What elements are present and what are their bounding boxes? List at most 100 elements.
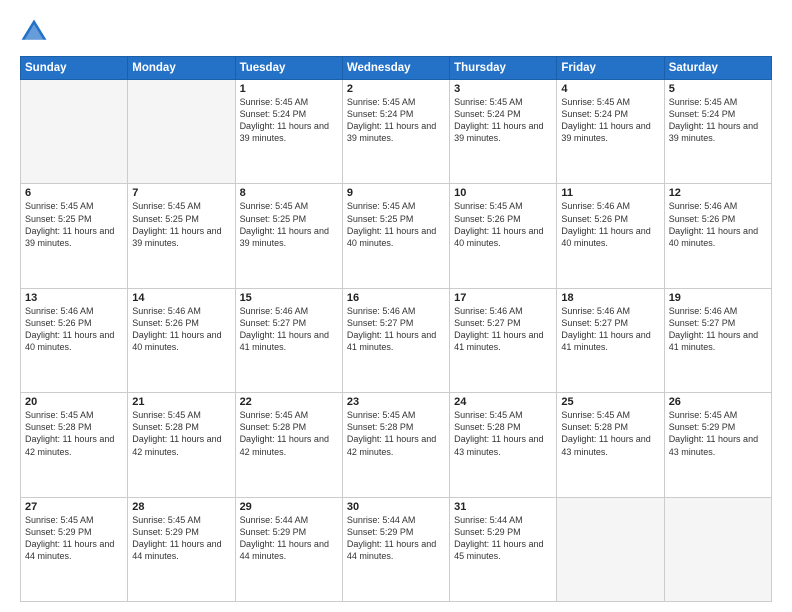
weekday-header-tuesday: Tuesday — [235, 57, 342, 80]
day-number: 27 — [25, 501, 123, 513]
day-number: 14 — [132, 292, 230, 304]
calendar-cell — [128, 80, 235, 184]
day-info: Sunrise: 5:45 AM Sunset: 5:24 PM Dayligh… — [669, 96, 767, 145]
calendar-cell: 21Sunrise: 5:45 AM Sunset: 5:28 PM Dayli… — [128, 393, 235, 497]
weekday-header-sunday: Sunday — [21, 57, 128, 80]
calendar-cell: 19Sunrise: 5:46 AM Sunset: 5:27 PM Dayli… — [664, 288, 771, 392]
calendar-cell: 25Sunrise: 5:45 AM Sunset: 5:28 PM Dayli… — [557, 393, 664, 497]
calendar-cell: 1Sunrise: 5:45 AM Sunset: 5:24 PM Daylig… — [235, 80, 342, 184]
day-info: Sunrise: 5:45 AM Sunset: 5:29 PM Dayligh… — [25, 514, 123, 563]
day-info: Sunrise: 5:45 AM Sunset: 5:25 PM Dayligh… — [240, 200, 338, 249]
day-info: Sunrise: 5:46 AM Sunset: 5:27 PM Dayligh… — [454, 305, 552, 354]
day-info: Sunrise: 5:45 AM Sunset: 5:28 PM Dayligh… — [347, 409, 445, 458]
day-number: 3 — [454, 83, 552, 95]
day-number: 10 — [454, 187, 552, 199]
day-number: 19 — [669, 292, 767, 304]
day-number: 25 — [561, 396, 659, 408]
calendar-cell: 13Sunrise: 5:46 AM Sunset: 5:26 PM Dayli… — [21, 288, 128, 392]
day-info: Sunrise: 5:45 AM Sunset: 5:28 PM Dayligh… — [454, 409, 552, 458]
day-info: Sunrise: 5:45 AM Sunset: 5:24 PM Dayligh… — [561, 96, 659, 145]
week-row-3: 20Sunrise: 5:45 AM Sunset: 5:28 PM Dayli… — [21, 393, 772, 497]
calendar-cell: 26Sunrise: 5:45 AM Sunset: 5:29 PM Dayli… — [664, 393, 771, 497]
calendar-cell: 5Sunrise: 5:45 AM Sunset: 5:24 PM Daylig… — [664, 80, 771, 184]
day-info: Sunrise: 5:45 AM Sunset: 5:28 PM Dayligh… — [132, 409, 230, 458]
week-row-2: 13Sunrise: 5:46 AM Sunset: 5:26 PM Dayli… — [21, 288, 772, 392]
calendar-cell: 28Sunrise: 5:45 AM Sunset: 5:29 PM Dayli… — [128, 497, 235, 601]
day-number: 6 — [25, 187, 123, 199]
week-row-1: 6 Sunrise: 5:45 AM Sunset: 5:25 PM Daylig… — [21, 184, 772, 288]
calendar-cell: 30Sunrise: 5:44 AM Sunset: 5:29 PM Dayli… — [342, 497, 449, 601]
calendar-cell: 17Sunrise: 5:46 AM Sunset: 5:27 PM Dayli… — [450, 288, 557, 392]
calendar-table: SundayMondayTuesdayWednesdayThursdayFrid… — [20, 56, 772, 602]
day-info: Sunrise: 5:46 AM Sunset: 5:26 PM Dayligh… — [25, 305, 123, 354]
day-info: Sunrise: 5:45 AM Sunset: 5:29 PM Dayligh… — [132, 514, 230, 563]
calendar-cell: 3Sunrise: 5:45 AM Sunset: 5:24 PM Daylig… — [450, 80, 557, 184]
day-number: 20 — [25, 396, 123, 408]
day-info: Sunrise: 5:46 AM Sunset: 5:26 PM Dayligh… — [561, 200, 659, 249]
day-info: Sunrise: 5:46 AM Sunset: 5:27 PM Dayligh… — [240, 305, 338, 354]
day-number: 30 — [347, 501, 445, 513]
calendar-cell: 20Sunrise: 5:45 AM Sunset: 5:28 PM Dayli… — [21, 393, 128, 497]
day-number: 12 — [669, 187, 767, 199]
day-number: 15 — [240, 292, 338, 304]
day-info: Sunrise: 5:45 AM Sunset: 5:28 PM Dayligh… — [561, 409, 659, 458]
weekday-header-row: SundayMondayTuesdayWednesdayThursdayFrid… — [21, 57, 772, 80]
day-number: 7 — [132, 187, 230, 199]
calendar-cell — [664, 497, 771, 601]
weekday-header-wednesday: Wednesday — [342, 57, 449, 80]
calendar-cell: 22Sunrise: 5:45 AM Sunset: 5:28 PM Dayli… — [235, 393, 342, 497]
day-info: Sunrise: 5:45 AM Sunset: 5:24 PM Dayligh… — [454, 96, 552, 145]
calendar-cell: 27Sunrise: 5:45 AM Sunset: 5:29 PM Dayli… — [21, 497, 128, 601]
weekday-header-saturday: Saturday — [664, 57, 771, 80]
calendar-cell: 2Sunrise: 5:45 AM Sunset: 5:24 PM Daylig… — [342, 80, 449, 184]
calendar-cell: 7Sunrise: 5:45 AM Sunset: 5:25 PM Daylig… — [128, 184, 235, 288]
day-number: 2 — [347, 83, 445, 95]
calendar-cell: 23Sunrise: 5:45 AM Sunset: 5:28 PM Dayli… — [342, 393, 449, 497]
day-info: Sunrise: 5:46 AM Sunset: 5:27 PM Dayligh… — [669, 305, 767, 354]
day-info: Sunrise: 5:46 AM Sunset: 5:26 PM Dayligh… — [132, 305, 230, 354]
day-number: 29 — [240, 501, 338, 513]
day-number: 16 — [347, 292, 445, 304]
day-number: 24 — [454, 396, 552, 408]
day-info: Sunrise: 5:44 AM Sunset: 5:29 PM Dayligh… — [347, 514, 445, 563]
day-number: 17 — [454, 292, 552, 304]
day-number: 28 — [132, 501, 230, 513]
calendar-cell: 10Sunrise: 5:45 AM Sunset: 5:26 PM Dayli… — [450, 184, 557, 288]
day-info: Sunrise: 5:45 AM Sunset: 5:24 PM Dayligh… — [240, 96, 338, 145]
calendar-cell — [557, 497, 664, 601]
week-row-0: 1Sunrise: 5:45 AM Sunset: 5:24 PM Daylig… — [21, 80, 772, 184]
day-number: 21 — [132, 396, 230, 408]
calendar-cell: 29Sunrise: 5:44 AM Sunset: 5:29 PM Dayli… — [235, 497, 342, 601]
calendar-cell: 31Sunrise: 5:44 AM Sunset: 5:29 PM Dayli… — [450, 497, 557, 601]
day-info: Sunrise: 5:45 AM Sunset: 5:29 PM Dayligh… — [669, 409, 767, 458]
calendar-cell: 18Sunrise: 5:46 AM Sunset: 5:27 PM Dayli… — [557, 288, 664, 392]
calendar-cell: 12Sunrise: 5:46 AM Sunset: 5:26 PM Dayli… — [664, 184, 771, 288]
calendar-cell — [21, 80, 128, 184]
calendar-cell: 15Sunrise: 5:46 AM Sunset: 5:27 PM Dayli… — [235, 288, 342, 392]
day-info: Sunrise: 5:45 AM Sunset: 5:28 PM Dayligh… — [25, 409, 123, 458]
calendar-cell: 11Sunrise: 5:46 AM Sunset: 5:26 PM Dayli… — [557, 184, 664, 288]
day-number: 9 — [347, 187, 445, 199]
day-info: Sunrise: 5:45 AM Sunset: 5:28 PM Dayligh… — [240, 409, 338, 458]
day-number: 26 — [669, 396, 767, 408]
day-info: Sunrise: 5:46 AM Sunset: 5:26 PM Dayligh… — [669, 200, 767, 249]
day-number: 23 — [347, 396, 445, 408]
day-number: 4 — [561, 83, 659, 95]
day-number: 31 — [454, 501, 552, 513]
weekday-header-friday: Friday — [557, 57, 664, 80]
calendar-cell: 9Sunrise: 5:45 AM Sunset: 5:25 PM Daylig… — [342, 184, 449, 288]
weekday-header-thursday: Thursday — [450, 57, 557, 80]
day-number: 1 — [240, 83, 338, 95]
day-info: Sunrise: 5:46 AM Sunset: 5:27 PM Dayligh… — [561, 305, 659, 354]
calendar-cell: 16Sunrise: 5:46 AM Sunset: 5:27 PM Dayli… — [342, 288, 449, 392]
weekday-header-monday: Monday — [128, 57, 235, 80]
day-info: Sunrise: 5:45 AM Sunset: 5:25 PM Dayligh… — [347, 200, 445, 249]
logo — [20, 18, 52, 46]
day-info: Sunrise: 5:45 AM Sunset: 5:26 PM Dayligh… — [454, 200, 552, 249]
week-row-4: 27Sunrise: 5:45 AM Sunset: 5:29 PM Dayli… — [21, 497, 772, 601]
calendar-cell: 6Sunrise: 5:45 AM Sunset: 5:25 PM Daylig… — [21, 184, 128, 288]
day-number: 13 — [25, 292, 123, 304]
day-number: 18 — [561, 292, 659, 304]
header — [20, 18, 772, 46]
day-info: Sunrise: 5:46 AM Sunset: 5:27 PM Dayligh… — [347, 305, 445, 354]
